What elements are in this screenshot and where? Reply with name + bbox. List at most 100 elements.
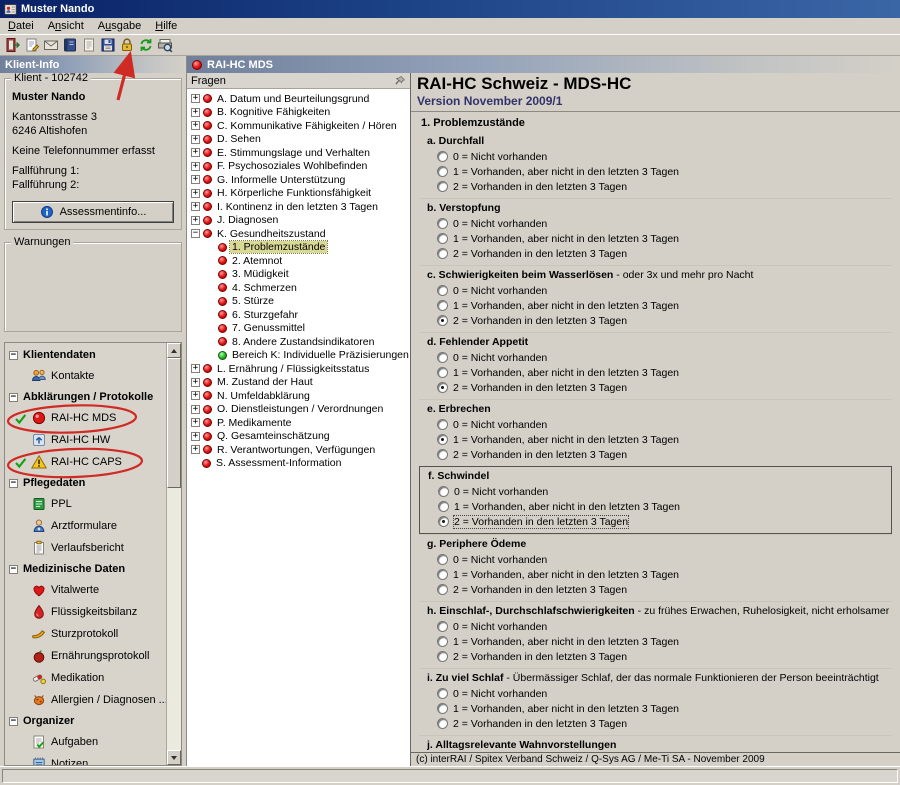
radio-unselected[interactable] (437, 352, 448, 363)
radio-option-2[interactable]: 2 = Vorhanden in den letzten 3 Tagen (427, 380, 890, 395)
collapse-icon[interactable]: − (191, 229, 200, 238)
sidebar-item-verlaufsbericht[interactable]: Verlaufsbericht (5, 537, 166, 559)
expand-icon[interactable]: + (191, 162, 200, 171)
radio-option-1[interactable]: 1 = Vorhanden, aber nicht in den letzten… (428, 499, 889, 514)
sidebar-item-fl-ssigkeitsbilanz[interactable]: Flüssigkeitsbilanz (5, 601, 166, 623)
sidebar-item-rai-hc-hw[interactable]: RAI-HC HW (5, 429, 166, 451)
expand-icon[interactable]: + (191, 378, 200, 387)
sidebar-item-aufgaben[interactable]: Aufgaben (5, 731, 166, 753)
radio-option-0[interactable]: 0 = Nicht vorhanden (427, 552, 890, 567)
tree-item-o-dienstleistungen-verordnungen[interactable]: +O. Dienstleistungen / Verordnungen (187, 403, 410, 417)
menu-hilfe[interactable]: Hilfe (148, 19, 184, 33)
tree-item-r-verantwortungen-verf-gungen[interactable]: +R. Verantwortungen, Verfügungen (187, 443, 410, 457)
print-preview-button[interactable] (155, 36, 174, 55)
radio-option-1[interactable]: 1 = Vorhanden, aber nicht in den letzten… (427, 432, 890, 447)
radio-option-0[interactable]: 0 = Nicht vorhanden (427, 686, 890, 701)
radio-unselected[interactable] (437, 636, 448, 647)
radio-option-2[interactable]: 2 = Vorhanden in den letzten 3 Tagen (427, 447, 890, 462)
radio-option-1[interactable]: 1 = Vorhanden, aber nicht in den letzten… (427, 701, 890, 716)
edit-button[interactable] (22, 36, 41, 55)
tree-item-6-sturzgefahr[interactable]: 6. Sturzgefahr (187, 308, 410, 322)
sidebar-item-notizen[interactable]: Notizen (5, 753, 166, 765)
expand-icon[interactable]: + (191, 189, 200, 198)
expand-icon[interactable]: + (191, 121, 200, 130)
tree-item-f-psychosoziales-wohlbefinden[interactable]: +F. Psychosoziales Wohlbefinden (187, 160, 410, 174)
tree-item-2-atemnot[interactable]: 2. Atemnot (187, 254, 410, 268)
exit-button[interactable] (3, 36, 22, 55)
radio-option-2[interactable]: 2 = Vorhanden in den letzten 3 Tagen (427, 313, 890, 328)
tree-item-5-st-rze[interactable]: 5. Stürze (187, 295, 410, 309)
tree-item-g-informelle-unterst-tzung[interactable]: +G. Informelle Unterstützung (187, 173, 410, 187)
tree-item-s-assessment-information[interactable]: S. Assessment-Information (187, 457, 410, 471)
tree-item-d-sehen[interactable]: +D. Sehen (187, 133, 410, 147)
menu-ansicht[interactable]: Ansicht (41, 19, 91, 33)
tree-item-j-diagnosen[interactable]: +J. Diagnosen (187, 214, 410, 228)
tree-item-e-stimmungslage-und-verhalten[interactable]: +E. Stimmungslage und Verhalten (187, 146, 410, 160)
radio-option-2[interactable]: 2 = Vorhanden in den letzten 3 Tagen (427, 649, 890, 664)
expand-icon[interactable]: + (191, 432, 200, 441)
radio-option-1[interactable]: 1 = Vorhanden, aber nicht in den letzten… (427, 231, 890, 246)
tree-item-p-medikamente[interactable]: +P. Medikamente (187, 416, 410, 430)
radio-unselected[interactable] (437, 419, 448, 430)
refresh-button[interactable] (136, 36, 155, 55)
radio-unselected[interactable] (437, 285, 448, 296)
tree-item-1-problemzust-nde[interactable]: 1. Problemzustände (187, 241, 410, 255)
tree-item-a-datum-und-beurteilungsgrund[interactable]: +A. Datum und Beurteilungsgrund (187, 92, 410, 106)
sidebar-item-kontakte[interactable]: Kontakte (5, 365, 166, 387)
collapse-icon[interactable]: − (9, 393, 18, 402)
tree-item-8-andere-zustandsindikatoren[interactable]: 8. Andere Zustandsindikatoren (187, 335, 410, 349)
expand-icon[interactable]: + (191, 216, 200, 225)
tree-item-i-kontinenz-in-den-letzten-3-tagen[interactable]: +I. Kontinenz in den letzten 3 Tagen (187, 200, 410, 214)
radio-option-1[interactable]: 1 = Vorhanden, aber nicht in den letzten… (427, 634, 890, 649)
radio-option-0[interactable]: 0 = Nicht vorhanden (427, 619, 890, 634)
radio-option-0[interactable]: 0 = Nicht vorhanden (427, 149, 890, 164)
tree-item-m-zustand-der-haut[interactable]: +M. Zustand der Haut (187, 376, 410, 390)
scrollbar-thumb[interactable] (167, 358, 181, 488)
sidebar-item-medikation[interactable]: Medikation (5, 667, 166, 689)
sidebar-scrollbar[interactable] (166, 343, 181, 765)
expand-icon[interactable]: + (191, 364, 200, 373)
radio-unselected[interactable] (437, 181, 448, 192)
expand-icon[interactable]: + (191, 418, 200, 427)
expand-icon[interactable]: + (191, 405, 200, 414)
radio-unselected[interactable] (437, 569, 448, 580)
radio-unselected[interactable] (437, 651, 448, 662)
radio-unselected[interactable] (438, 486, 449, 497)
scroll-up-button[interactable] (167, 343, 181, 358)
radio-unselected[interactable] (437, 233, 448, 244)
tree-item-q-gesamteinsch-tzung[interactable]: +Q. Gesamteinschätzung (187, 430, 410, 444)
tree-item-k-gesundheitszustand[interactable]: −K. Gesundheitszustand (187, 227, 410, 241)
radio-unselected[interactable] (437, 718, 448, 729)
radio-unselected[interactable] (437, 584, 448, 595)
sidebar-section-abkl-rungen-protokolle[interactable]: −Abklärungen / Protokolle (5, 387, 166, 407)
radio-option-1[interactable]: 1 = Vorhanden, aber nicht in den letzten… (427, 567, 890, 582)
sidebar-item-rai-hc-caps[interactable]: RAI-HC CAPS (5, 451, 166, 473)
expand-icon[interactable]: + (191, 94, 200, 103)
notebook-button[interactable] (60, 36, 79, 55)
radio-option-2[interactable]: 2 = Vorhanden in den letzten 3 Tagen (428, 514, 889, 529)
radio-unselected[interactable] (437, 703, 448, 714)
expand-icon[interactable]: + (191, 445, 200, 454)
collapse-icon[interactable]: − (9, 565, 18, 574)
tree-item-b-kognitive-f-higkeiten[interactable]: +B. Kognitive Fähigkeiten (187, 106, 410, 120)
radio-option-0[interactable]: 0 = Nicht vorhanden (427, 350, 890, 365)
tree-item-l-ern-hrung-fl-ssigkeitsstatus[interactable]: +L. Ernährung / Flüssigkeitsstatus (187, 362, 410, 376)
radio-selected[interactable] (437, 434, 448, 445)
expand-icon[interactable]: + (191, 391, 200, 400)
save-button[interactable] (98, 36, 117, 55)
radio-option-2[interactable]: 2 = Vorhanden in den letzten 3 Tagen (427, 582, 890, 597)
tree-item-7-genussmittel[interactable]: 7. Genussmittel (187, 322, 410, 336)
mail-button[interactable] (41, 36, 60, 55)
radio-unselected[interactable] (437, 151, 448, 162)
page-button[interactable] (79, 36, 98, 55)
tree-item-4-schmerzen[interactable]: 4. Schmerzen (187, 281, 410, 295)
radio-selected[interactable] (437, 382, 448, 393)
radio-option-1[interactable]: 1 = Vorhanden, aber nicht in den letzten… (427, 365, 890, 380)
sidebar-item-sturzprotokoll[interactable]: Sturzprotokoll (5, 623, 166, 645)
sidebar-item-ppl[interactable]: PPL (5, 493, 166, 515)
menu-datei[interactable]: Datei (1, 19, 41, 33)
radio-option-0[interactable]: 0 = Nicht vorhanden (427, 283, 890, 298)
sidebar-item-allergien-diagnosen[interactable]: Allergien / Diagnosen ... (5, 689, 166, 711)
collapse-icon[interactable]: − (9, 351, 18, 360)
radio-option-0[interactable]: 0 = Nicht vorhanden (427, 216, 890, 231)
